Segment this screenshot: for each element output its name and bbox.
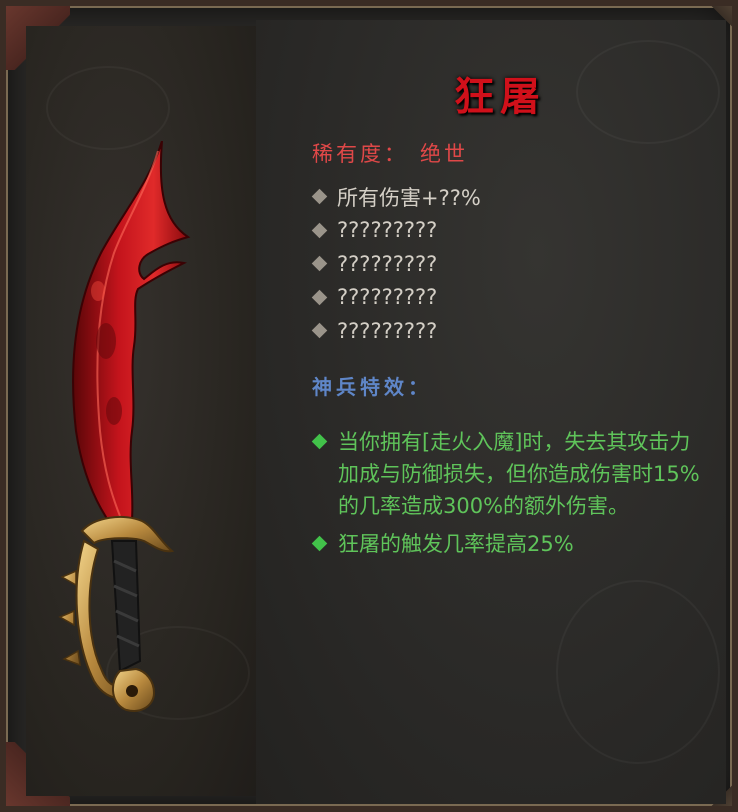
cloud-pattern (556, 580, 720, 764)
stat-text: ????????? (337, 285, 438, 310)
green-diamond-bullet-icon (311, 535, 328, 552)
effect-item: 狂屠的触发几率提高25% (310, 528, 710, 560)
diamond-bullet-icon (311, 188, 328, 205)
item-name: 狂屠 (454, 73, 546, 120)
crimson-dagger-icon (58, 141, 191, 712)
stat-text: ????????? (337, 318, 438, 343)
effects-heading: 神兵特效： (312, 375, 432, 399)
stat-list: 所有伤害+??% ????????? ????????? ????????? ?… (310, 180, 481, 348)
effects-list: 当你拥有[走火入魔]时，失去其攻击力加成与防御损失，但你造成伤害时15%的几率造… (310, 426, 710, 566)
effect-text: 狂屠的触发几率提高25% (338, 532, 574, 556)
stat-text: ????????? (337, 251, 438, 276)
stat-item: ????????? (310, 247, 481, 281)
stat-item: ????????? (310, 214, 481, 248)
green-diamond-bullet-icon (311, 433, 328, 450)
diamond-bullet-icon (311, 289, 328, 306)
stat-text: ????????? (337, 218, 438, 243)
stat-item: ????????? (310, 314, 481, 348)
stat-item: ????????? (310, 281, 481, 315)
diamond-bullet-icon (311, 222, 328, 239)
diamond-bullet-icon (311, 322, 328, 339)
effect-text: 当你拥有[走火入魔]时，失去其攻击力加成与防御损失，但你造成伤害时15%的几率造… (338, 430, 700, 518)
cloud-pattern (46, 66, 170, 150)
diamond-bullet-icon (311, 255, 328, 272)
rarity-value: 绝世 (420, 142, 468, 166)
cloud-pattern (576, 40, 720, 144)
rarity-label: 稀有度： (312, 142, 408, 166)
item-tooltip-frame: 狂屠 稀有度： 绝世 所有伤害+??% ????????? ????????? ?… (0, 0, 738, 812)
stat-item: 所有伤害+??% (310, 180, 481, 214)
effect-item: 当你拥有[走火入魔]时，失去其攻击力加成与防御损失，但你造成伤害时15%的几率造… (310, 426, 710, 522)
stat-text: 所有伤害+??% (337, 185, 481, 210)
rarity-line: 稀有度： 绝世 (312, 138, 468, 168)
